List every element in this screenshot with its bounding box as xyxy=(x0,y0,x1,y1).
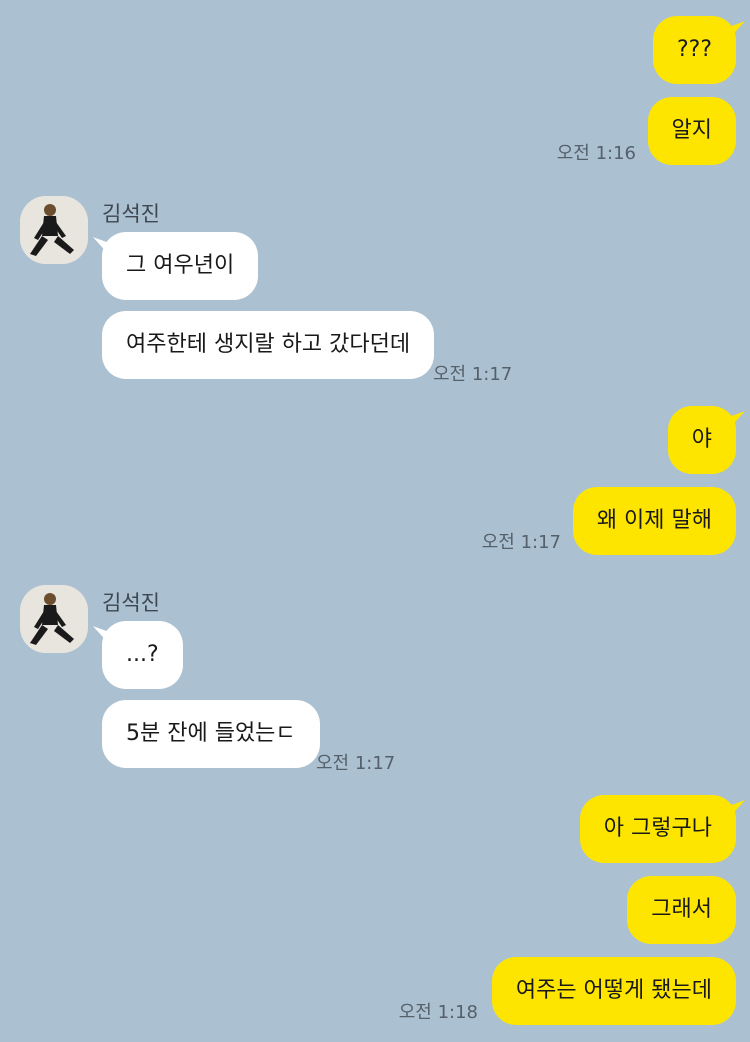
message-timestamp: 오전 1:17 xyxy=(481,532,561,553)
other-message-bubble[interactable]: ...? xyxy=(102,621,183,689)
my-message-bubble[interactable]: 야 xyxy=(667,406,736,474)
my-message-bubble[interactable]: 여주는 어떻게 됐는데 xyxy=(491,957,736,1025)
other-message-bubble[interactable]: 그 여우년이 xyxy=(102,232,259,300)
message-timestamp: 오전 1:18 xyxy=(398,1002,478,1023)
message-timestamp: 오전 1:16 xyxy=(556,143,636,164)
my-message-bubble[interactable]: 그래서 xyxy=(627,876,736,944)
sender-name: 김석진 xyxy=(102,591,160,615)
my-message-bubble[interactable]: 알지 xyxy=(647,97,736,165)
person-photo-icon xyxy=(20,585,88,653)
message-timestamp: 오전 1:17 xyxy=(433,364,513,385)
message-timestamp: 오전 1:17 xyxy=(316,753,396,774)
chat-area[interactable]: ??? 알지 오전 1:16 김석진 그 여우년이 여주한테 생지랄 하고 갔다… xyxy=(0,0,750,1042)
my-message-bubble[interactable]: ??? xyxy=(652,16,736,84)
person-photo-icon xyxy=(20,196,88,264)
other-message-bubble[interactable]: 여주한테 생지랄 하고 갔다던데 xyxy=(102,311,435,379)
my-message-bubble[interactable]: 왜 이제 말해 xyxy=(572,487,736,555)
other-message-bubble[interactable]: 5분 잔에 들었는ㄷ xyxy=(102,700,320,768)
my-message-bubble[interactable]: 아 그렇구나 xyxy=(579,795,736,863)
profile-avatar[interactable] xyxy=(20,196,88,264)
sender-name: 김석진 xyxy=(102,202,160,226)
profile-avatar[interactable] xyxy=(20,585,88,653)
